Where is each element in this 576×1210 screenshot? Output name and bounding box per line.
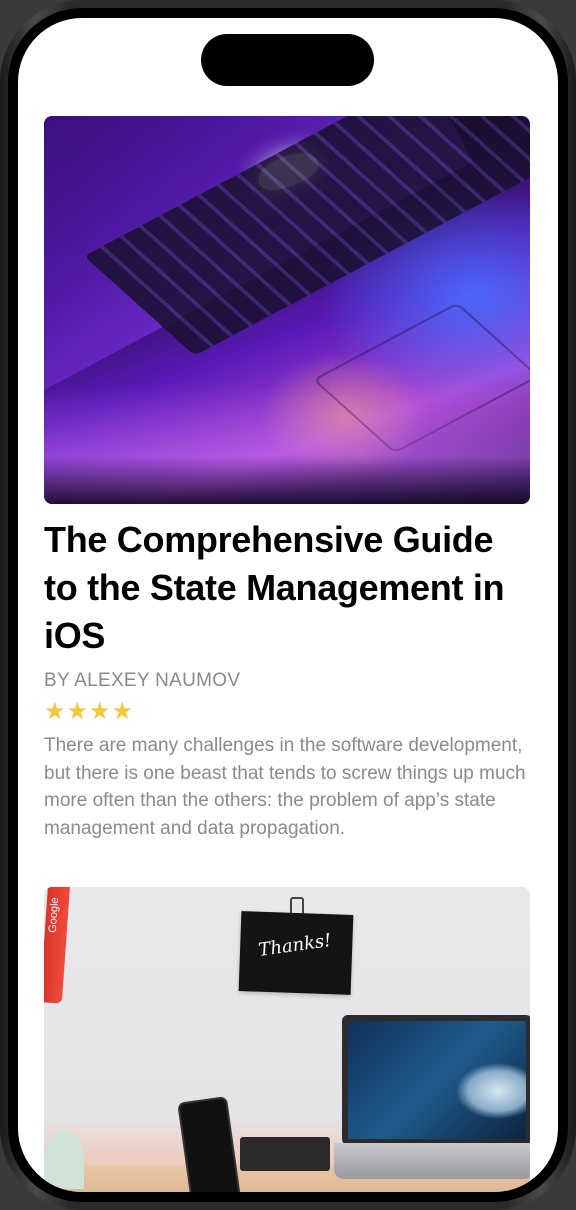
thanks-card-graphic: Thanks! [238, 911, 354, 995]
article-card[interactable]: Google Thanks! [44, 887, 530, 1192]
lamp-base-graphic [44, 1131, 84, 1189]
article-author: BY ALEXEY NAUMOV [44, 670, 241, 691]
laptop-screen-graphic [348, 1021, 526, 1139]
screen[interactable]: The Comprehensive Guide to the State Man… [18, 18, 558, 1192]
article-title[interactable]: The Comprehensive Guide to the State Man… [44, 516, 530, 660]
thanks-note-text: Thanks! [257, 929, 333, 961]
lanyard-label: Google [46, 896, 62, 934]
glow-graphic [44, 384, 530, 504]
lanyard-graphic: Google [44, 887, 71, 1004]
article-excerpt: There are many challenges in the softwar… [44, 735, 526, 839]
star-rating: ★★★★ [44, 698, 135, 725]
smartphone-graphic [177, 1096, 241, 1192]
notebook-graphic [240, 1137, 330, 1171]
laptop-graphic [342, 1015, 530, 1145]
dynamic-island [201, 34, 374, 86]
article-image[interactable] [44, 116, 530, 504]
article-image[interactable]: Google Thanks! [44, 887, 530, 1192]
laptop-base-graphic [334, 1143, 530, 1179]
article-card[interactable]: The Comprehensive Guide to the State Man… [44, 116, 530, 842]
